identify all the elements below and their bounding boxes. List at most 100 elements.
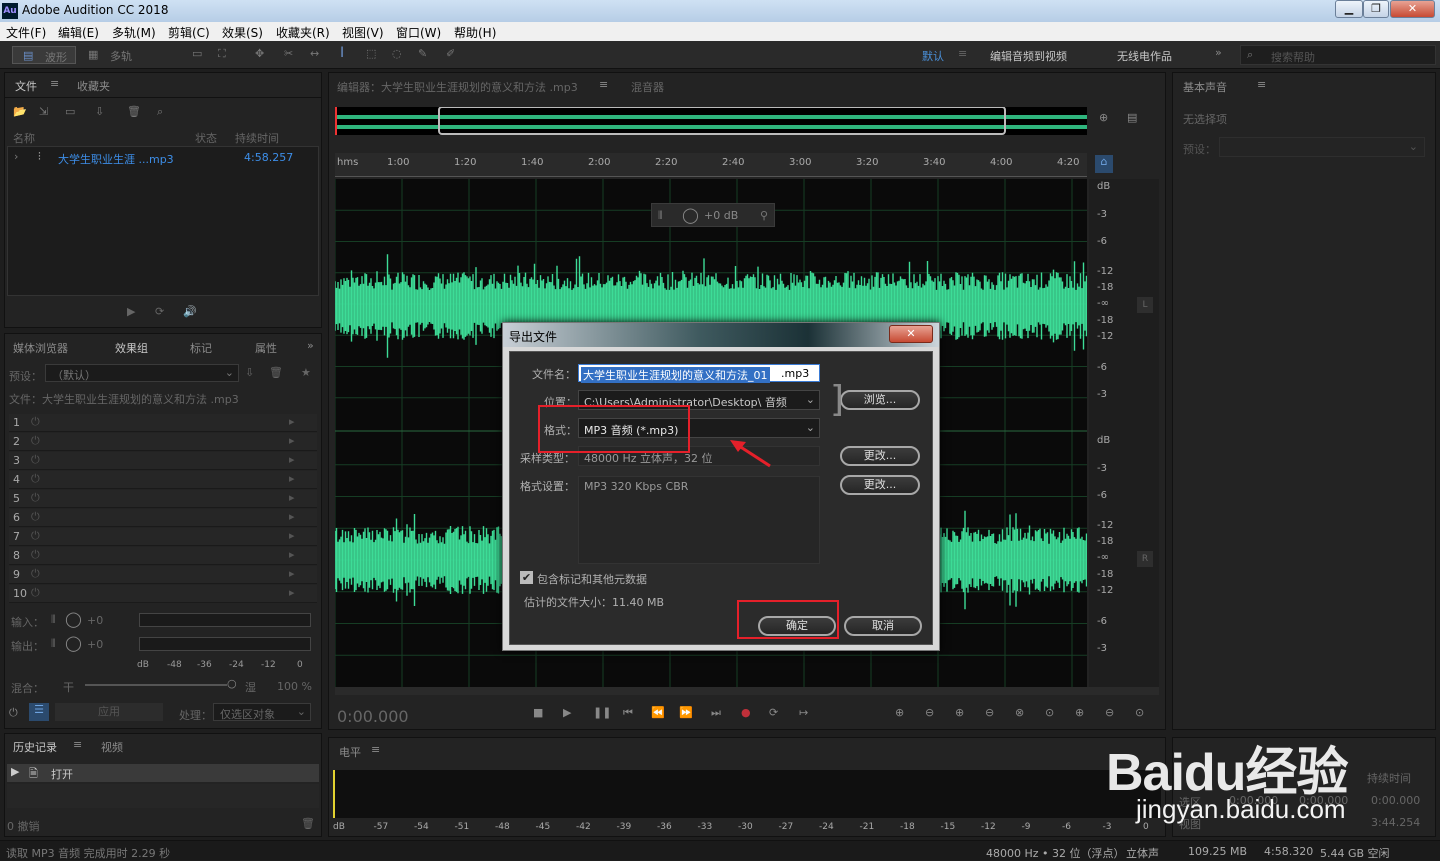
expand-icon[interactable]: › (14, 150, 18, 163)
change-settings-button[interactable]: 更改... (840, 475, 920, 495)
effect-slot[interactable]: 2 ⏻ ▸ (9, 433, 317, 451)
menu-multitrack[interactable]: 多轨(M) (112, 24, 156, 41)
slot-power-icon[interactable]: ⏻ (31, 586, 40, 600)
slot-arrow-icon[interactable]: ▸ (289, 586, 295, 599)
delete-history-icon[interactable]: 🗑 (301, 817, 315, 830)
workspace-menu-icon[interactable]: ≡ (958, 47, 967, 60)
tab-properties[interactable]: 属性 (255, 340, 277, 356)
pitch-icon[interactable]: ⛶ (218, 47, 226, 61)
effect-slot[interactable]: 10 ⏻ ▸ (9, 585, 317, 603)
input-gain-knob[interactable]: ◯ (65, 610, 82, 628)
new-file-icon[interactable]: ▭ (65, 105, 75, 118)
slot-arrow-icon[interactable]: ▸ (289, 491, 295, 504)
maximize-button[interactable]: ❐ (1363, 0, 1389, 18)
essential-preset-select[interactable]: ⌄ (1219, 137, 1425, 157)
minimize-button[interactable]: ▁ (1335, 0, 1363, 18)
slot-power-icon[interactable]: ⏻ (31, 548, 40, 562)
effect-slot[interactable]: 3 ⏻ ▸ (9, 452, 317, 470)
close-button[interactable]: ✕ (1390, 0, 1435, 18)
history-item[interactable]: ▶ 🗎 打开 (7, 764, 319, 782)
loop-icon[interactable]: ⟳ (155, 305, 164, 318)
process-select[interactable]: 仅选区对象 ⌄ (213, 703, 311, 721)
tab-menu-icon[interactable]: ≡ (73, 738, 82, 751)
tab-level[interactable]: 电平 (339, 744, 361, 760)
zoom-out-time-icon[interactable]: ⊖ (985, 706, 994, 719)
workspace-default[interactable]: 默认 (922, 48, 944, 64)
tab-files[interactable]: 文件 (15, 78, 37, 94)
workspace-radio[interactable]: 无线电作品 (1117, 48, 1172, 64)
slot-arrow-icon[interactable]: ▸ (289, 415, 295, 428)
workspace-video[interactable]: 编辑音频到视频 (990, 48, 1067, 64)
level-menu-icon[interactable]: ≡ (371, 743, 380, 756)
cancel-button[interactable]: 取消 (844, 616, 922, 636)
slot-arrow-icon[interactable]: ▸ (289, 567, 295, 580)
list-view-icon[interactable]: ☰ (29, 703, 49, 721)
effect-slot[interactable]: 6 ⏻ ▸ (9, 509, 317, 527)
spot-heal-icon[interactable]: ✐ (446, 47, 455, 60)
waveform-view-button[interactable]: ▤ 波形 (12, 46, 76, 64)
save-preset-icon[interactable]: ⇩ (245, 366, 254, 379)
effect-slot[interactable]: 7 ⏻ ▸ (9, 528, 317, 546)
tab-markers[interactable]: 标记 (190, 340, 212, 356)
delete-preset-icon[interactable]: 🗑 (269, 366, 283, 379)
favorite-icon[interactable]: ★ (301, 366, 311, 379)
power-icon[interactable]: ⏻ (9, 706, 18, 720)
slot-arrow-icon[interactable]: ▸ (289, 548, 295, 561)
menu-effects[interactable]: 效果(S) (222, 24, 263, 41)
slip-tool-icon[interactable]: ↔ (310, 47, 319, 60)
go-start-icon[interactable]: ⏮ (623, 706, 633, 720)
tab-media-browser[interactable]: 媒体浏览器 (13, 340, 68, 356)
time-selection-icon[interactable]: I (340, 45, 344, 61)
current-time[interactable]: 0:00.000 (337, 707, 409, 726)
menu-edit[interactable]: 编辑(E) (58, 24, 99, 41)
zoom-in-time-icon[interactable]: ⊕ (955, 706, 964, 719)
menu-view[interactable]: 视图(V) (342, 24, 384, 41)
hud-volume[interactable]: ⫴ ◯ +0 dB ⚲ (651, 203, 775, 227)
slot-power-icon[interactable]: ⏻ (31, 529, 40, 543)
slot-arrow-icon[interactable]: ▸ (289, 453, 295, 466)
effect-slot[interactable]: 8 ⏻ ▸ (9, 547, 317, 565)
menu-window[interactable]: 窗口(W) (396, 24, 441, 41)
zoom-full-icon[interactable]: ⊗ (1015, 706, 1024, 719)
lasso-icon[interactable]: ◌ (392, 47, 402, 60)
essential-menu-icon[interactable]: ≡ (1257, 78, 1266, 91)
zoom-out-amplitude-icon[interactable]: ⊖ (925, 706, 934, 719)
apply-button[interactable]: 应用 (55, 703, 163, 721)
hud-knob[interactable]: ◯ (682, 206, 699, 224)
open-file-icon[interactable]: 📂 (13, 105, 27, 118)
tab-history[interactable]: 历史记录 (13, 739, 57, 755)
filename-input[interactable]: 大学生职业生涯规划的意义和方法_01 .mp3 (578, 364, 820, 383)
slot-power-icon[interactable]: ⏻ (31, 472, 40, 486)
slot-arrow-icon[interactable]: ▸ (289, 434, 295, 447)
slot-power-icon[interactable]: ⏻ (31, 491, 40, 505)
overview-menu-icon[interactable]: ▤ (1127, 111, 1137, 124)
go-end-icon[interactable]: ⏭ (711, 706, 721, 720)
menu-file[interactable]: 文件(F) (6, 24, 46, 41)
effect-slot[interactable]: 5 ⏻ ▸ (9, 490, 317, 508)
tab-essential-sound[interactable]: 基本声音 (1183, 79, 1227, 95)
lock-icon[interactable]: ⌂ (1095, 155, 1113, 173)
tab-video[interactable]: 视频 (101, 739, 123, 755)
dialog-close-button[interactable]: ✕ (889, 325, 933, 343)
slot-power-icon[interactable]: ⏻ (31, 567, 40, 581)
metadata-checkbox[interactable]: ✔ (520, 571, 533, 584)
more-workspaces-button[interactable]: » (1215, 46, 1222, 59)
mix-slider[interactable] (85, 684, 227, 686)
marquee-icon[interactable]: ⬚ (366, 47, 376, 60)
channel-r-toggle[interactable]: R (1137, 551, 1153, 567)
zoom-nav-icon[interactable]: ⊕ (1099, 111, 1108, 124)
effect-slot[interactable]: 4 ⏻ ▸ (9, 471, 317, 489)
col-name[interactable]: 名称 (13, 130, 35, 146)
effect-slot[interactable]: 9 ⏻ ▸ (9, 566, 317, 584)
pause-icon[interactable]: ❚❚ (593, 706, 611, 719)
tab-editor[interactable]: 编辑器：大学生职业生涯规划的意义和方法 .mp3 (337, 79, 578, 95)
slot-arrow-icon[interactable]: ▸ (289, 472, 295, 485)
change-sample-button[interactable]: 更改... (840, 446, 920, 466)
output-gain-value[interactable]: +0 (87, 638, 103, 651)
tab-files-menu-icon[interactable]: ≡ (50, 77, 59, 90)
menu-favorites[interactable]: 收藏夹(R) (276, 24, 330, 41)
col-status[interactable]: 状态 (195, 130, 217, 146)
record-icon[interactable]: ● (741, 706, 751, 719)
file-row[interactable]: › ⫶ 大学生职业生涯 ...mp3 4:58.257 (8, 149, 318, 167)
channel-l-toggle[interactable]: L (1137, 297, 1153, 313)
